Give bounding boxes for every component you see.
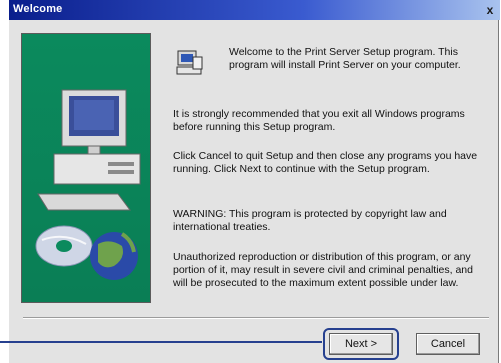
recommend-text: It is strongly recommended that you exit… [173, 108, 465, 133]
computer-illustration [35, 89, 141, 280]
setup-computer-icon [176, 50, 203, 75]
cd-disc-illustration [35, 225, 93, 267]
cancel-button[interactable]: Cancel [416, 333, 480, 355]
next-button-highlight [323, 328, 399, 360]
welcome-text: Welcome to the Print Server Setup progra… [229, 46, 461, 71]
legal-text: Unauthorized reproduction or distributio… [173, 251, 473, 289]
warning-text: WARNING: This program is protected by co… [173, 208, 447, 233]
side-illustration-panel [21, 33, 151, 303]
title-bar[interactable]: Welcome x [9, 0, 500, 20]
callout-pointer-line [0, 341, 322, 343]
divider [23, 317, 489, 319]
setup-window: Welcome x Welcome to the Print Server Se… [8, 0, 500, 363]
window-title: Welcome [13, 3, 63, 15]
instructions-text: Click Cancel to quit Setup and then clos… [173, 150, 478, 175]
globe-illustration [90, 232, 138, 280]
close-icon[interactable]: x [482, 2, 498, 18]
